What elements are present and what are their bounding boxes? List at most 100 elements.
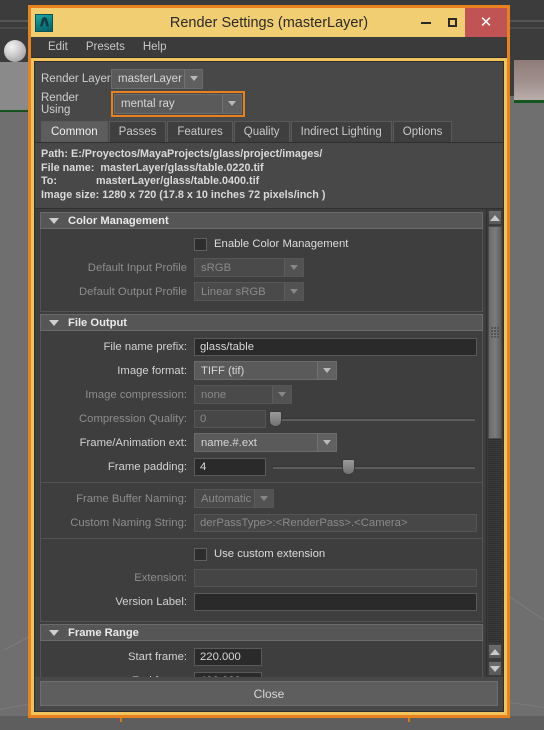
section-file-output: File Output File name prefix: glass/tabl… <box>40 314 483 622</box>
version-label-input[interactable] <box>194 592 477 611</box>
scrollbar-thumb[interactable] <box>488 226 502 439</box>
extension-label: Extension: <box>134 571 187 584</box>
frame-padding-row: Frame padding: 4 <box>46 456 477 477</box>
close-window-button[interactable]: ✕ <box>465 8 507 37</box>
window-controls: ✕ <box>413 8 507 37</box>
frame-padding-label: Frame padding: <box>107 460 187 473</box>
background-floor <box>514 103 544 730</box>
default-output-profile-dropdown: Linear sRGB <box>194 282 304 301</box>
render-controls: Render Layer masterLayer Render Using me… <box>35 62 503 122</box>
render-layer-row: Render Layer masterLayer <box>41 68 497 89</box>
scroll-buttons-bottom <box>487 643 503 677</box>
scroll-up-button[interactable] <box>488 210 502 225</box>
window-footer: Close <box>35 677 503 711</box>
minimize-icon <box>421 21 431 24</box>
maya-icon <box>35 13 53 32</box>
chevron-down-icon <box>284 259 303 276</box>
use-custom-extension-row: Use custom extension <box>46 544 477 564</box>
color-management-title: Color Management <box>68 214 169 227</box>
scroll-down-arrow-icon <box>490 665 500 672</box>
use-custom-extension-label: Use custom extension <box>214 548 326 560</box>
enable-color-management-checkbox[interactable] <box>194 237 207 251</box>
chevron-down-icon <box>284 283 303 300</box>
render-using-value: mental ray <box>121 97 175 110</box>
collapse-triangle-icon <box>49 629 59 636</box>
scroll-up-arrow-icon <box>490 214 500 221</box>
frame-animation-ext-row: Frame/Animation ext: name.#.ext <box>46 432 477 453</box>
section-frame-range: Frame Range Start frame: 220.000 End fra… <box>40 624 483 677</box>
chevron-down-icon <box>272 386 291 403</box>
default-input-profile-value: sRGB <box>201 261 232 274</box>
extension-input <box>194 568 477 587</box>
extension-row: Extension: <box>46 567 477 588</box>
background-object <box>514 60 544 100</box>
maximize-button[interactable] <box>439 8 465 37</box>
file-name-prefix-row: File name prefix: glass/table <box>46 336 477 357</box>
frame-animation-ext-dropdown[interactable]: name.#.ext <box>194 433 337 452</box>
default-output-profile-label: Default Output Profile <box>78 285 187 298</box>
version-label-row: Version Label: <box>46 591 477 612</box>
window-titlebar[interactable]: Render Settings (masterLayer) ✕ <box>31 8 507 37</box>
compression-quality-row: Compression Quality: 0 <box>46 408 477 429</box>
vertical-scrollbar[interactable] <box>486 209 503 677</box>
scroll-down-button[interactable] <box>488 661 502 676</box>
frame-padding-input[interactable]: 4 <box>194 457 266 476</box>
image-compression-row: Image compression: none <box>46 384 477 405</box>
tab-options[interactable]: Options <box>392 121 453 142</box>
image-size-line: Image size: 1280 x 720 (17.8 x 10 inches… <box>41 188 326 201</box>
menu-item-help[interactable]: Help <box>134 37 176 58</box>
default-output-profile-row: Default Output Profile Linear sRGB <box>46 281 477 302</box>
image-format-dropdown[interactable]: TIFF (tif) <box>194 361 337 380</box>
tab-indirect-lighting[interactable]: Indirect Lighting <box>290 121 392 142</box>
custom-naming-string-label: Custom Naming String: <box>70 516 187 529</box>
frame-range-header[interactable]: Frame Range <box>40 624 483 641</box>
path-line: Path: E:/Proyectos/MayaProjects/glass/pr… <box>41 148 323 160</box>
render-using-dropdown[interactable]: mental ray <box>114 93 242 114</box>
compression-quality-slider <box>269 410 477 428</box>
start-frame-row: Start frame: 220.000 <box>46 646 477 667</box>
minimize-button[interactable] <box>413 8 439 37</box>
file-name-prefix-input[interactable]: glass/table <box>194 337 477 356</box>
enable-color-management-label: Enable Color Management <box>214 238 349 250</box>
close-button[interactable]: Close <box>40 681 498 706</box>
image-format-row: Image format: TIFF (tif) <box>46 360 477 381</box>
chevron-down-icon <box>317 362 336 379</box>
frame-animation-ext-value: name.#.ext <box>201 436 257 449</box>
image-compression-dropdown: none <box>194 385 292 404</box>
chevron-down-icon <box>222 94 241 113</box>
menubar: Edit Presets Help <box>31 37 507 58</box>
use-custom-extension-checkbox[interactable] <box>194 547 207 561</box>
tab-quality[interactable]: Quality <box>233 121 290 142</box>
tab-features[interactable]: Features <box>167 121 233 142</box>
background-bottom-bar <box>0 716 544 730</box>
file-output-header[interactable]: File Output <box>40 314 483 331</box>
path-info: Path: E:/Proyectos/MayaProjects/glass/pr… <box>35 143 503 208</box>
window-body: Render Layer masterLayer Render Using me… <box>34 61 504 712</box>
color-management-header[interactable]: Color Management <box>40 212 483 229</box>
slider-thumb[interactable] <box>342 458 356 475</box>
render-layer-value: masterLayer <box>118 72 182 85</box>
frame-buffer-naming-value: Automatic <box>201 492 252 505</box>
image-format-value: TIFF (tif) <box>201 364 245 377</box>
frame-buffer-naming-label: Frame Buffer Naming: <box>76 492 187 505</box>
frame-range-body: Start frame: 220.000 End frame: 400.000 … <box>40 641 483 677</box>
menu-item-edit[interactable]: Edit <box>39 37 77 58</box>
menu-item-presets[interactable]: Presets <box>77 37 134 58</box>
render-layer-label: Render Layer <box>41 72 111 85</box>
enable-color-management-row: Enable Color Management <box>46 234 477 254</box>
scroll-up-button-bottom[interactable] <box>488 644 502 659</box>
render-using-highlight: mental ray <box>111 90 245 117</box>
image-compression-value: none <box>201 388 227 401</box>
scrollbar-trough[interactable] <box>488 226 502 643</box>
frame-buffer-naming-row: Frame Buffer Naming: Automatic <box>46 488 477 509</box>
tab-common[interactable]: Common <box>41 121 108 142</box>
scroll-up-arrow-icon <box>490 648 500 655</box>
background-panel <box>0 62 30 110</box>
render-layer-dropdown[interactable]: masterLayer <box>111 68 203 89</box>
tab-passes[interactable]: Passes <box>108 121 167 142</box>
settings-content: Color Management Enable Color Management… <box>35 209 486 677</box>
start-frame-input[interactable]: 220.000 <box>194 647 262 666</box>
frame-animation-ext-label: Frame/Animation ext: <box>79 436 187 449</box>
frame-padding-slider[interactable] <box>273 458 477 476</box>
tab-bar: Common Passes Features Quality Indirect … <box>35 121 503 143</box>
